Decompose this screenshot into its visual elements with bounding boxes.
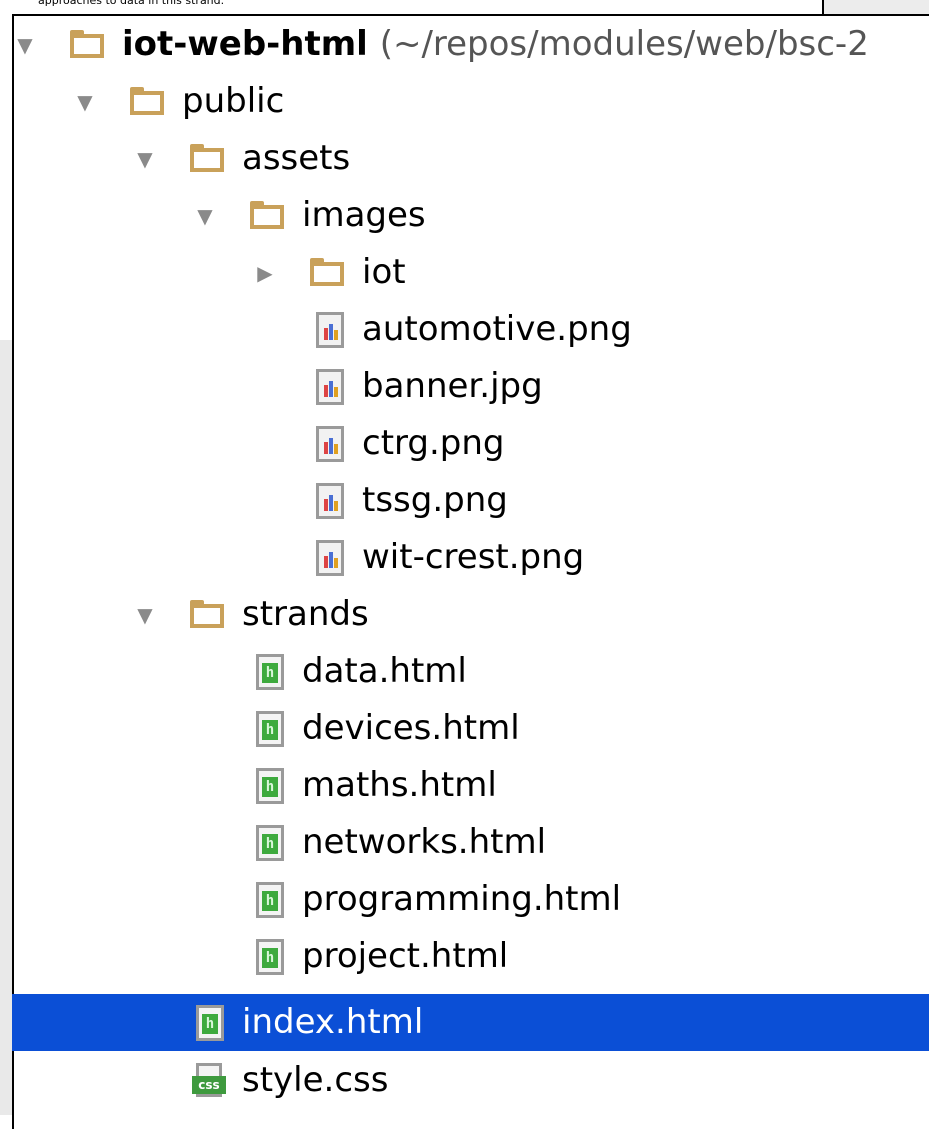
tree-label-iot: iot	[362, 252, 406, 292]
image-file-icon	[316, 369, 344, 405]
triangle-down-icon[interactable]: ▼	[72, 89, 98, 115]
tree-label-strands: strands	[242, 594, 369, 634]
tree-label-file: data.html	[302, 651, 467, 691]
tree-label-file: ctrg.png	[362, 423, 505, 463]
tree-row-public[interactable]: ▼ public	[12, 73, 929, 130]
image-file-icon	[316, 483, 344, 519]
html-file-icon: h	[256, 654, 284, 690]
tree-label-file: project.html	[302, 936, 509, 976]
tree-label-file: maths.html	[302, 765, 497, 805]
tree-row-html-file[interactable]: h data.html	[12, 643, 929, 700]
tree-row-assets[interactable]: ▼ assets	[12, 130, 929, 187]
tree-row-image-file[interactable]: automotive.png	[12, 301, 929, 358]
tree-label-file: automotive.png	[362, 309, 632, 349]
tree-row-index-selected[interactable]: h index.html	[12, 994, 929, 1051]
triangle-right-icon[interactable]: ▶	[252, 260, 278, 286]
tree-label-file: tssg.png	[362, 480, 508, 520]
tree-row-image-file[interactable]: tssg.png	[12, 472, 929, 529]
tree-row-html-file[interactable]: h maths.html	[12, 757, 929, 814]
html-file-icon: h	[256, 768, 284, 804]
tree-row-iot[interactable]: ▶ iot	[12, 244, 929, 301]
folder-icon	[310, 258, 344, 286]
background-caption: approaches to data in this strand.	[38, 0, 225, 7]
tree-row-images[interactable]: ▼ images	[12, 187, 929, 244]
project-tree-panel: ▼ iot-web-html (~/repos/modules/web/bsc-…	[12, 14, 929, 1129]
image-file-icon	[316, 312, 344, 348]
tree-label-root: iot-web-html (~/repos/modules/web/bsc-2	[122, 24, 869, 64]
tree-row-html-file[interactable]: h networks.html	[12, 814, 929, 871]
tree-label-assets: assets	[242, 138, 351, 178]
triangle-down-icon[interactable]: ▼	[12, 32, 38, 58]
triangle-down-icon[interactable]: ▼	[132, 146, 158, 172]
folder-icon	[250, 201, 284, 229]
background-window-strip: approaches to data in this strand.	[0, 0, 929, 14]
folder-icon	[70, 30, 104, 58]
html-file-icon: h	[256, 825, 284, 861]
triangle-down-icon[interactable]: ▼	[192, 203, 218, 229]
folder-icon	[190, 600, 224, 628]
tree-row-css-file[interactable]: css style.css	[12, 1052, 929, 1109]
html-file-icon: h	[196, 1005, 224, 1041]
tree-label-style: style.css	[242, 1060, 389, 1100]
tree-label-file: networks.html	[302, 822, 547, 862]
tree-label-public: public	[182, 81, 285, 121]
background-grey-area	[824, 0, 929, 14]
tree-row-strands[interactable]: ▼ strands	[12, 586, 929, 643]
tree-row-image-file[interactable]: ctrg.png	[12, 415, 929, 472]
tree-row-root[interactable]: ▼ iot-web-html (~/repos/modules/web/bsc-…	[12, 16, 929, 73]
tree-row-image-file[interactable]: wit-crest.png	[12, 529, 929, 586]
triangle-down-icon[interactable]: ▼	[132, 602, 158, 628]
tree-row-html-file[interactable]: h devices.html	[12, 700, 929, 757]
html-file-icon: h	[256, 711, 284, 747]
folder-icon	[130, 87, 164, 115]
html-file-icon: h	[256, 939, 284, 975]
background-grey-area-left	[0, 340, 12, 1115]
image-file-icon	[316, 540, 344, 576]
tree-label-file: programming.html	[302, 879, 622, 919]
tree-row-html-file[interactable]: h project.html	[12, 928, 929, 985]
tree-label-images: images	[302, 195, 426, 235]
tree-label-index: index.html	[242, 1002, 424, 1042]
tree-label-file: devices.html	[302, 708, 520, 748]
tree-label-file: banner.jpg	[362, 366, 543, 406]
image-file-icon	[316, 426, 344, 462]
css-file-icon: css	[192, 1063, 226, 1099]
html-file-icon: h	[256, 882, 284, 918]
folder-icon	[190, 144, 224, 172]
tree-label-file: wit-crest.png	[362, 537, 585, 577]
tree-row-image-file[interactable]: banner.jpg	[12, 358, 929, 415]
tree-row-html-file[interactable]: h programming.html	[12, 871, 929, 928]
